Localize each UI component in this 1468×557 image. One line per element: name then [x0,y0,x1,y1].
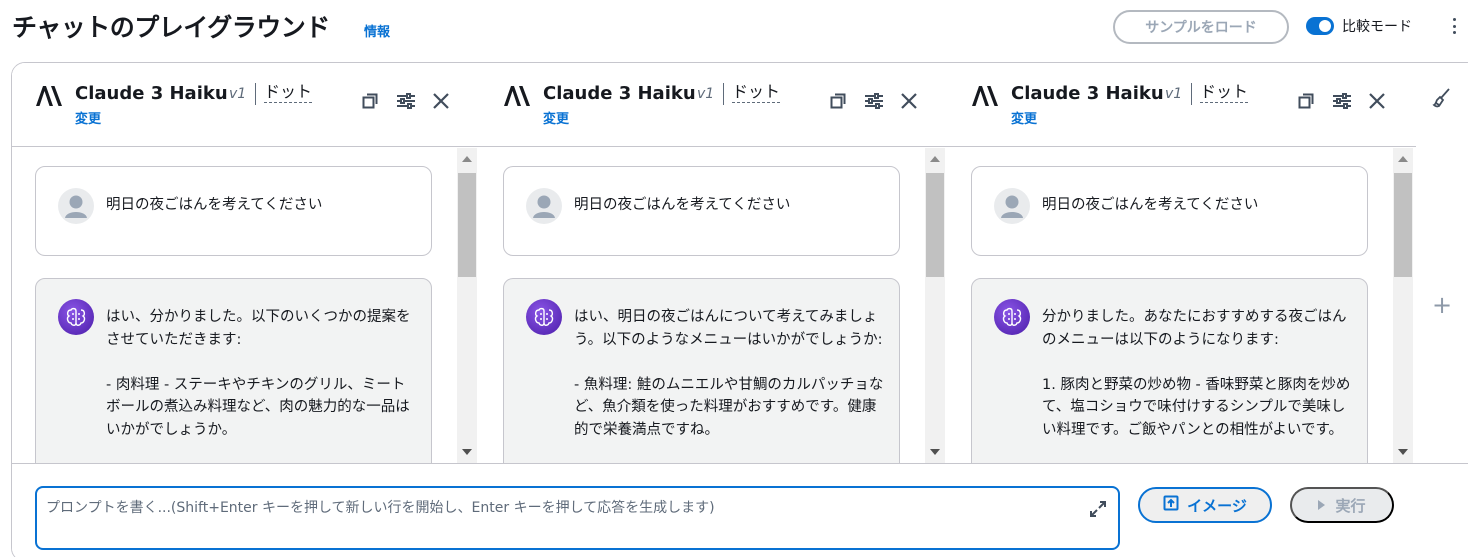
settings-sliders-icon[interactable] [864,91,884,111]
run-label: 実行 [1335,497,1366,515]
scrollbar[interactable] [925,148,945,463]
prompt-placeholder: プロンプトを書く...(Shift+Enter キーを押して新しい行を開始し、E… [46,500,715,516]
copy-icon[interactable] [828,91,848,111]
image-upload-label: イメージ [1187,497,1247,515]
divider [723,83,724,105]
user-avatar-icon [994,188,1030,224]
anthropic-logo-icon [36,86,62,106]
user-message-text: 明日の夜ごはんを考えてください [1042,197,1259,213]
change-model-link[interactable]: 変更 [75,108,101,127]
scroll-down-arrow[interactable] [462,449,472,455]
prompt-input[interactable]: プロンプトを書く...(Shift+Enter キーを押して新しい行を開始し、E… [35,486,1120,550]
assistant-message-bubble: 分かりました。あなたにおすすめする夜ごはんのメニューは以下のようになります: 1… [971,278,1368,463]
assistant-message-text: はい、分かりました。以下のいくつかの提案をさせていただきます: - 肉料理 - … [106,309,411,438]
assistant-message-bubble: はい、分かりました。以下のいくつかの提案をさせていただきます: - 肉料理 - … [35,278,432,463]
model-variant[interactable]: ドット [732,82,781,103]
model-version: v1 [229,86,247,102]
model-name: Claude 3 Haiku [543,83,696,104]
scroll-up-arrow[interactable] [462,156,472,162]
play-icon [1318,500,1326,510]
panel-header: Claude 3 Haiku v1 ドット 変更 [948,63,1416,147]
comparison-frame: Claude 3 Haiku v1 ドット 変更 明日の夜ごはんを考えてください… [11,62,1468,557]
close-icon[interactable] [431,91,451,111]
change-model-link[interactable]: 変更 [1011,108,1037,127]
assistant-message-text: はい、明日の夜ごはんについて考えてみましょう。以下のようなメニューはいかがでしょ… [574,309,884,438]
plus-icon[interactable]: + [1432,291,1452,319]
scrollbar[interactable] [1393,148,1413,463]
scroll-down-arrow[interactable] [930,449,940,455]
change-model-link[interactable]: 変更 [543,108,569,127]
model-panel: Claude 3 Haiku v1 ドット 変更 明日の夜ごはんを考えてください… [12,63,481,463]
load-sample-button[interactable]: サンプルをロード [1113,10,1289,44]
settings-sliders-icon[interactable] [396,91,416,111]
scroll-thumb[interactable] [458,173,476,277]
user-message-bubble: 明日の夜ごはんを考えてください [503,166,900,256]
assistant-message-bubble: はい、明日の夜ごはんについて考えてみましょう。以下のようなメニューはいかがでしょ… [503,278,900,463]
scroll-down-arrow[interactable] [1398,449,1408,455]
expand-icon[interactable] [1089,500,1107,522]
model-panel: Claude 3 Haiku v1 ドット 変更 明日の夜ごはんを考えてください… [948,63,1417,463]
tool-strip: + [1416,63,1468,463]
user-message-bubble: 明日の夜ごはんを考えてください [35,166,432,256]
compare-mode-toggle[interactable] [1306,17,1334,35]
chat-area: 明日の夜ごはんを考えてください 分かりました。あなたにおすすめする夜ごはんのメニ… [948,148,1416,463]
model-variant[interactable]: ドット [264,82,313,103]
kebab-menu-icon[interactable] [1446,15,1462,37]
settings-sliders-icon[interactable] [1332,91,1352,111]
assistant-message-text: 分かりました。あなたにおすすめする夜ごはんのメニューは以下のようになります: 1… [1042,309,1351,438]
model-panel: Claude 3 Haiku v1 ドット 変更 明日の夜ごはんを考えてください… [480,63,949,463]
divider [255,83,256,105]
scrollbar[interactable] [457,148,477,463]
info-link[interactable]: 情報 [364,21,390,40]
brush-icon[interactable] [1431,87,1453,113]
compare-mode-label: 比較モード [1342,19,1412,35]
model-version: v1 [697,86,715,102]
ai-brain-avatar-icon [58,299,94,335]
divider [1191,83,1192,105]
model-name: Claude 3 Haiku [75,83,228,104]
close-icon[interactable] [1367,91,1387,111]
anthropic-logo-icon [504,86,530,106]
model-name: Claude 3 Haiku [1011,83,1164,104]
chat-area: 明日の夜ごはんを考えてください はい、分かりました。以下のいくつかの提案をさせて… [12,148,480,463]
user-avatar-icon [526,188,562,224]
page-title: チャットのプレイグラウンド [12,13,330,42]
close-icon[interactable] [899,91,919,111]
image-upload-button[interactable]: イメージ [1138,487,1272,523]
ai-brain-avatar-icon [526,299,562,335]
copy-icon[interactable] [1296,91,1316,111]
scroll-thumb[interactable] [926,173,944,277]
ai-brain-avatar-icon [994,299,1030,335]
model-variant[interactable]: ドット [1200,82,1249,103]
user-message-text: 明日の夜ごはんを考えてください [106,197,323,213]
scroll-up-arrow[interactable] [1398,156,1408,162]
model-version: v1 [1165,86,1183,102]
copy-icon[interactable] [360,91,380,111]
scroll-up-arrow[interactable] [930,156,940,162]
upload-image-icon [1163,495,1179,515]
user-message-bubble: 明日の夜ごはんを考えてください [971,166,1368,256]
chat-area: 明日の夜ごはんを考えてください はい、明日の夜ごはんについて考えてみましょう。以… [480,148,948,463]
panel-header: Claude 3 Haiku v1 ドット 変更 [12,63,480,147]
user-avatar-icon [58,188,94,224]
run-button[interactable]: 実行 [1290,487,1394,523]
scroll-thumb[interactable] [1394,173,1412,277]
page-header: チャットのプレイグラウンド 情報 サンプルをロード 比較モード [0,0,1468,56]
anthropic-logo-icon [972,86,998,106]
user-message-text: 明日の夜ごはんを考えてください [574,197,791,213]
panel-header: Claude 3 Haiku v1 ドット 変更 [480,63,948,147]
prompt-area: プロンプトを書く...(Shift+Enter キーを押して新しい行を開始し、E… [12,463,1468,557]
